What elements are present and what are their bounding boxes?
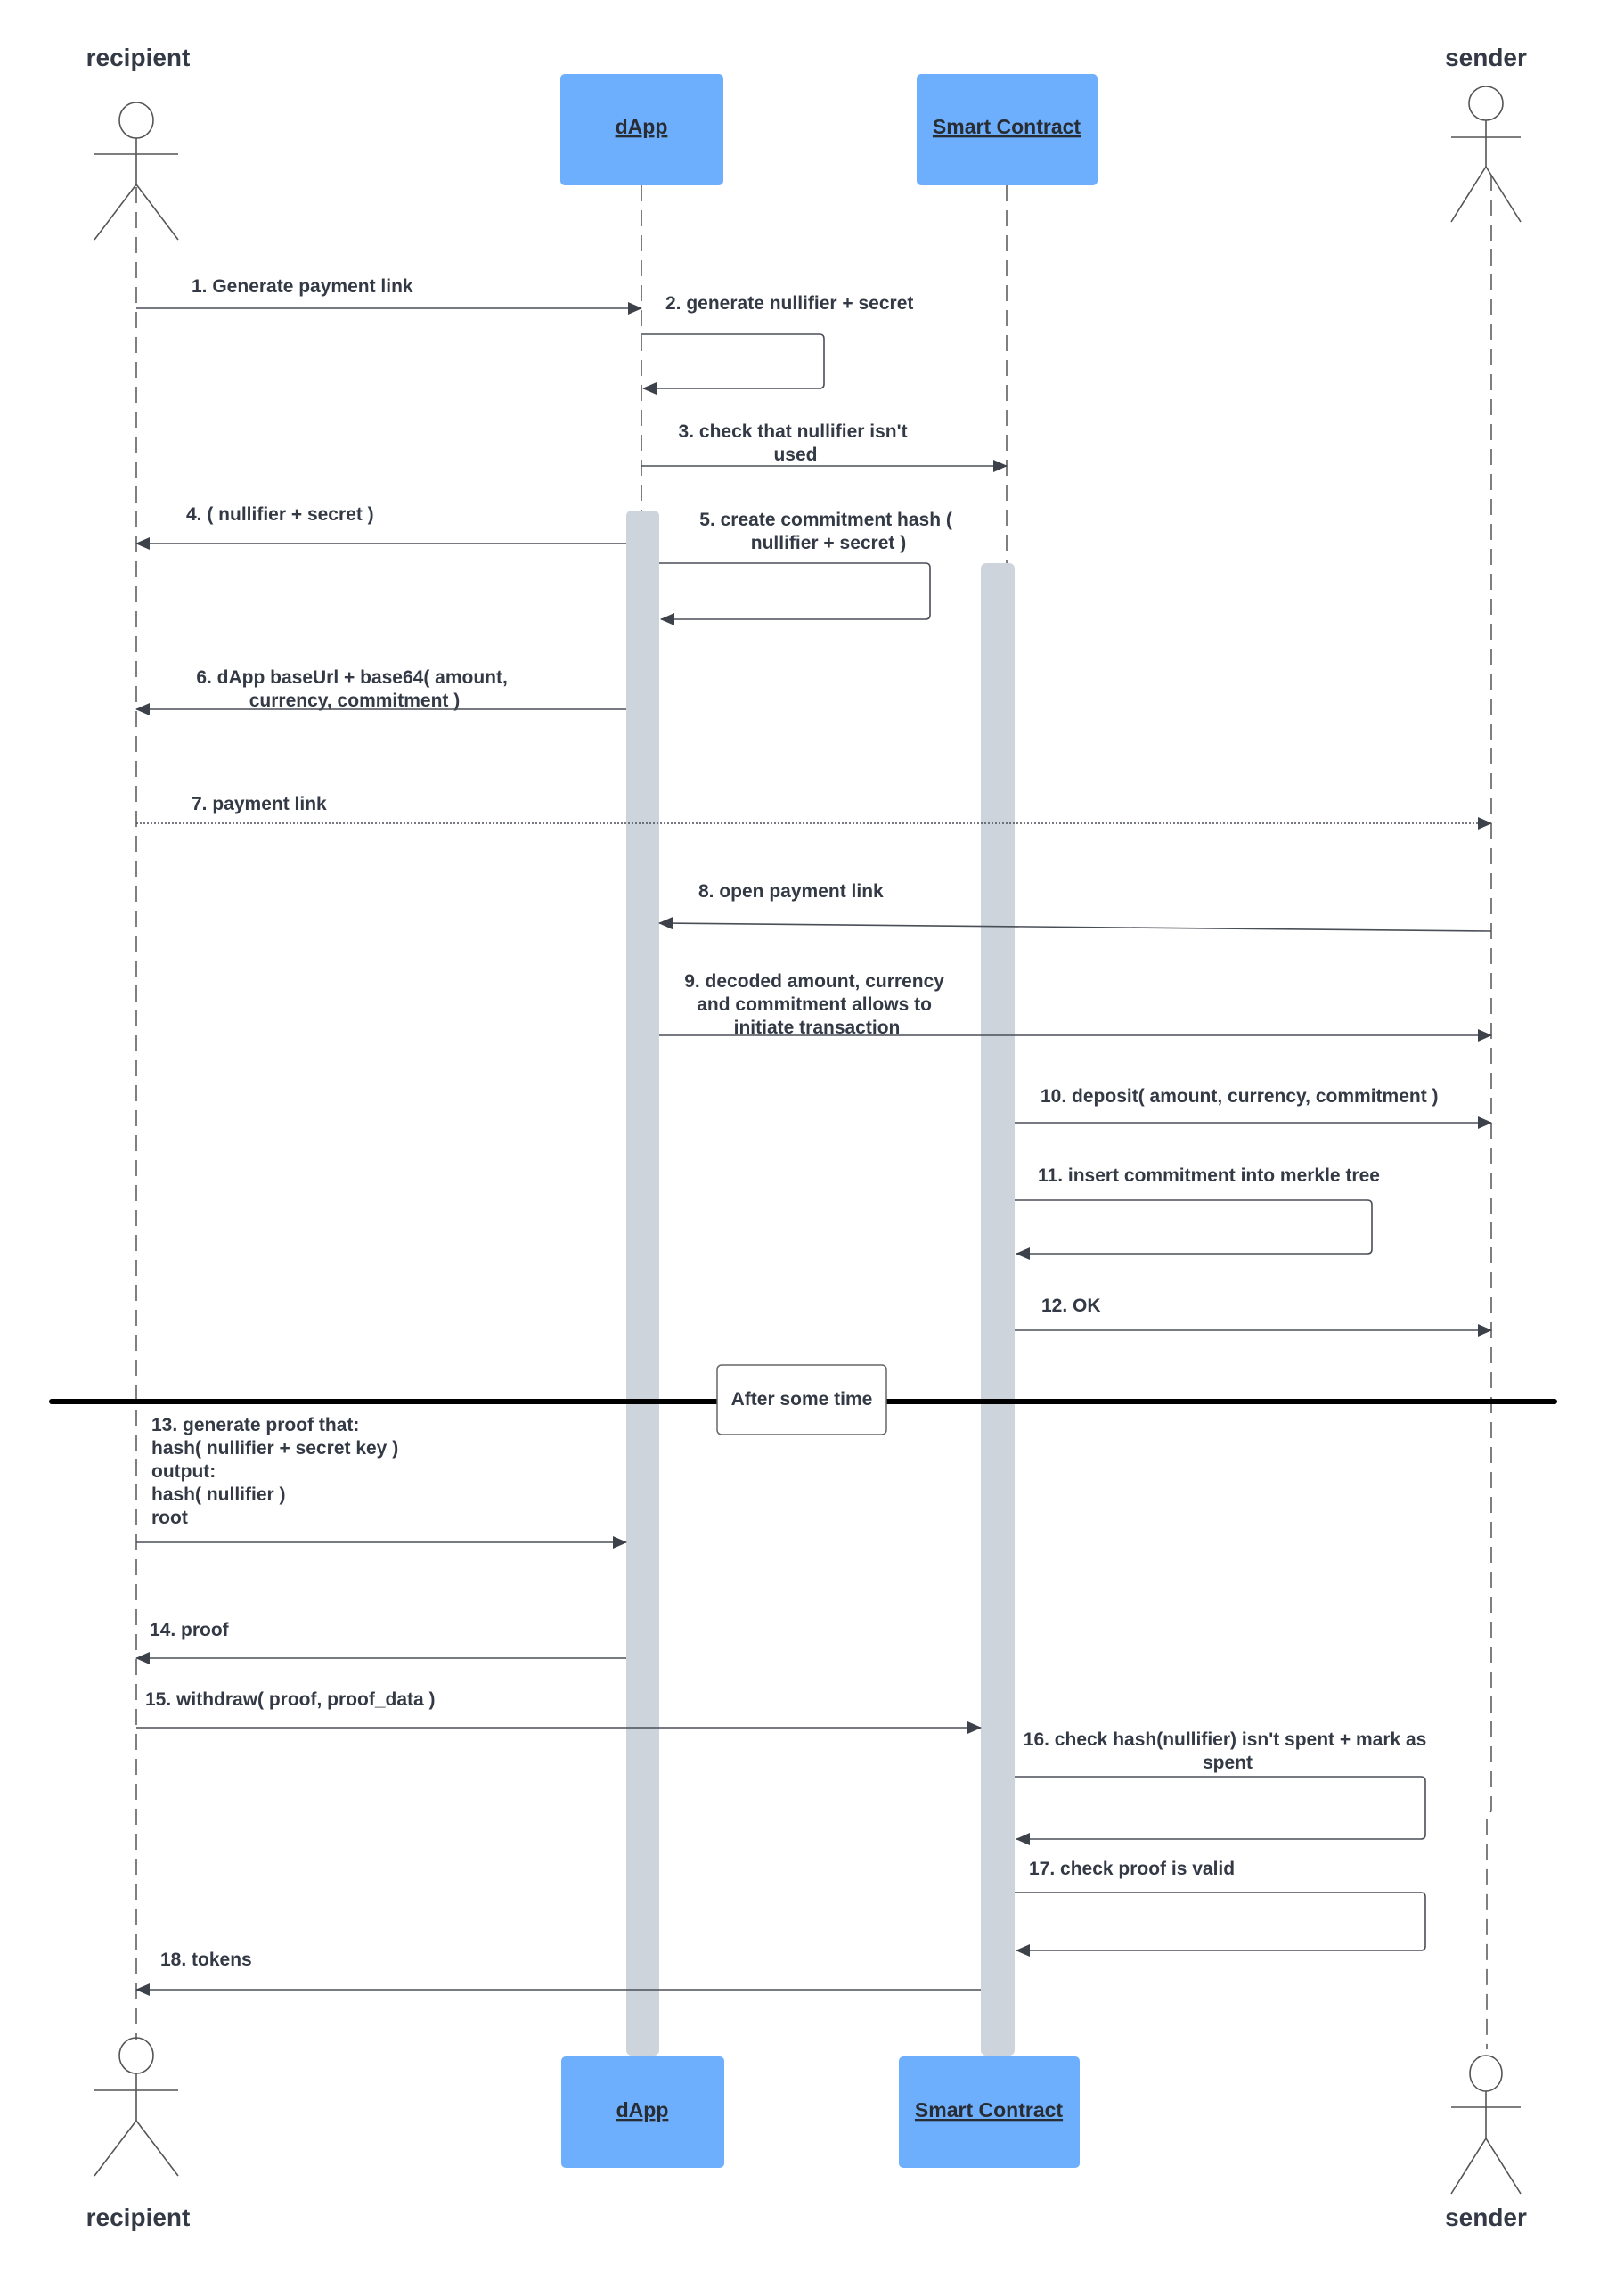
message-2-self-arrow bbox=[641, 333, 825, 395]
message-16-self-arrow bbox=[1015, 1776, 1426, 1845]
message-18-label: 18. tokens bbox=[160, 1950, 252, 1970]
message-8-label: 8. open payment link bbox=[698, 881, 884, 902]
message-11-label: 11. insert commitment into merkle tree bbox=[1038, 1165, 1380, 1186]
message-5-label: 5. create commitment hash ( nullifier + … bbox=[699, 510, 957, 553]
message-1-label: 1. Generate payment link bbox=[192, 276, 413, 297]
recipient-actor-icon-bottom bbox=[94, 2037, 179, 2177]
time-divider-label: After some time bbox=[731, 1389, 873, 1410]
message-8-arrow bbox=[658, 917, 1492, 932]
message-11-self-arrow bbox=[1015, 1199, 1373, 1260]
dapp-label-bottom: dApp bbox=[616, 2098, 669, 2122]
time-divider-note: After some time bbox=[716, 1364, 887, 1435]
dapp-participant-box-bottom[interactable]: dApp bbox=[561, 2056, 724, 2168]
message-3-label: 3. check that nullifier isn't used bbox=[679, 421, 913, 465]
message-12-label: 12. OK bbox=[1041, 1296, 1101, 1316]
message-14-label: 14. proof bbox=[150, 1620, 230, 1640]
message-13-label: 13. generate proof that: hash( nullifier… bbox=[151, 1415, 404, 1528]
message-5-self-arrow bbox=[659, 562, 931, 625]
message-2-label: 2. generate nullifier + secret bbox=[665, 293, 913, 314]
sender-actor-icon bbox=[1450, 86, 1522, 223]
message-6-label: 6. dApp baseUrl + base64( amount, curren… bbox=[196, 667, 512, 711]
dapp-participant-box-top[interactable]: dApp bbox=[560, 74, 723, 185]
sequence-diagram: recipient dApp Smart Contract sender 1. … bbox=[49, 44, 1557, 2231]
message-16-label: 16. check hash(nullifier) isn't spent + … bbox=[1024, 1729, 1432, 1773]
message-10-label: 10. deposit( amount, currency, commitmen… bbox=[1041, 1086, 1439, 1107]
dapp-activation-bar bbox=[626, 511, 659, 2056]
smart-contract-participant-box-bottom[interactable]: Smart Contract bbox=[899, 2056, 1080, 2168]
sender-actor-icon-bottom bbox=[1450, 2055, 1522, 2195]
smart-contract-label-bottom: Smart Contract bbox=[915, 2098, 1063, 2122]
message-9-label: 9. decoded amount, currency and commitme… bbox=[684, 971, 950, 1038]
message-17-self-arrow bbox=[1015, 1892, 1426, 1957]
recipient-label-bottom: recipient bbox=[86, 2203, 191, 2231]
sender-lifeline bbox=[1486, 175, 1492, 2049]
smart-contract-activation-bar bbox=[981, 563, 1015, 2056]
smart-contract-label-top: Smart Contract bbox=[933, 115, 1081, 138]
message-7-label: 7. payment link bbox=[192, 794, 327, 814]
message-4-label: 4. ( nullifier + secret ) bbox=[186, 504, 374, 525]
dapp-label-top: dApp bbox=[616, 115, 668, 138]
message-17-label: 17. check proof is valid bbox=[1029, 1859, 1235, 1879]
recipient-label-top: recipient bbox=[86, 44, 191, 71]
sender-label-bottom: sender bbox=[1445, 2203, 1527, 2231]
smart-contract-participant-box-top[interactable]: Smart Contract bbox=[917, 74, 1098, 185]
message-15-label: 15. withdraw( proof, proof_data ) bbox=[145, 1689, 436, 1710]
sender-label-top: sender bbox=[1445, 44, 1527, 71]
